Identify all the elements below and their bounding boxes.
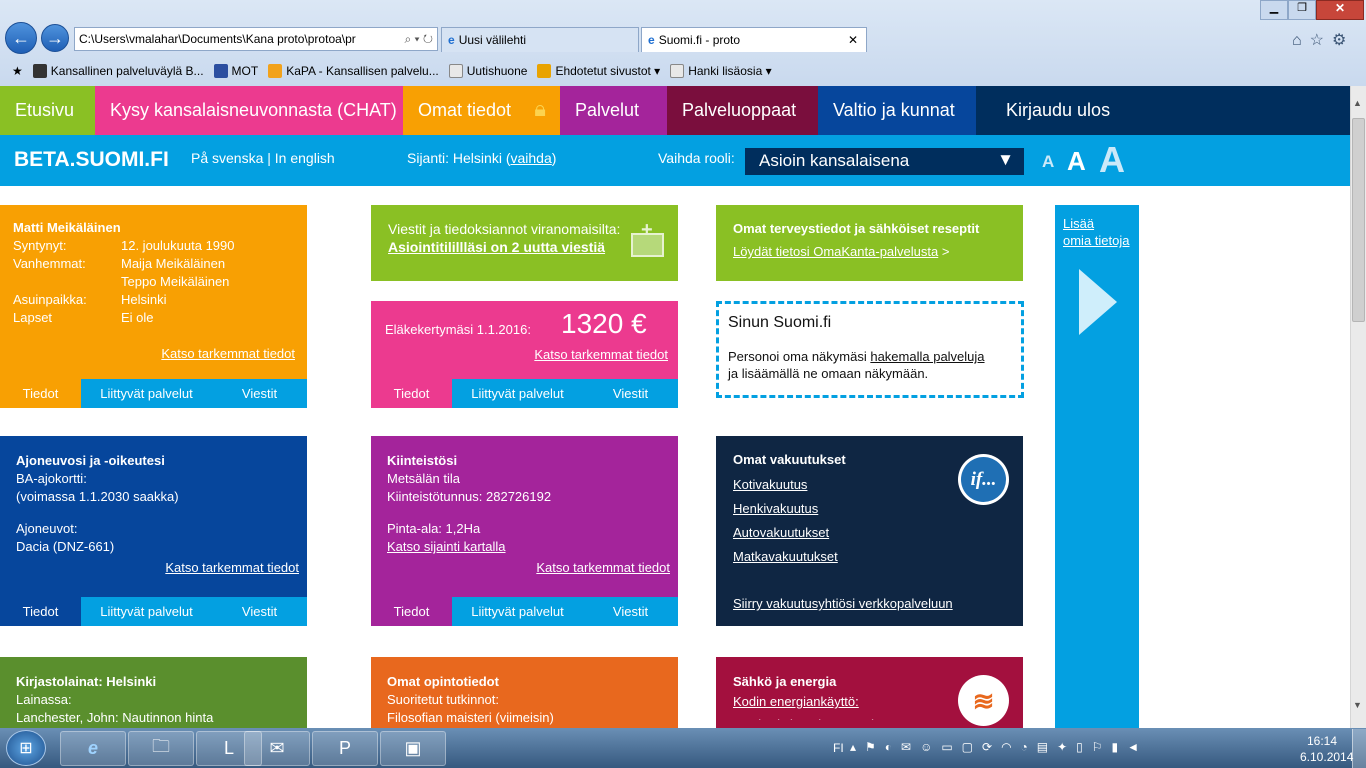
property-more-link[interactable]: Katso tarkemmat tiedot [536, 559, 670, 577]
tab-tiedot[interactable]: Tiedot [0, 597, 81, 626]
tab-tiedot[interactable]: Tiedot [371, 597, 452, 626]
dropdown-arrow-icon: ▼ [997, 150, 1014, 169]
favorites-star-icon[interactable]: ★ [12, 64, 23, 78]
nav-chat[interactable]: Kysy kansalaisneuvonnasta (CHAT) [95, 86, 403, 135]
vehicle-card: Ajoneuvosi ja -oikeutesi BA-ajokortti: (… [0, 436, 307, 626]
fav-item[interactable]: Uutishuone [448, 64, 527, 78]
address-bar[interactable]: C:\Users\vmalahar\Documents\Kana proto\p… [74, 27, 438, 51]
tab-messages[interactable]: Viestit [583, 379, 678, 408]
powerpoint-taskbar-icon[interactable]: P [312, 731, 378, 766]
nav-palvelut[interactable]: Palvelut [560, 86, 667, 135]
health-card: Omat terveystiedot ja sähköiset reseptit… [716, 205, 1023, 281]
close-tab-icon[interactable]: ✕ [848, 33, 858, 47]
window-controls: ▁ ❐ ✕ [1260, 0, 1366, 20]
pension-amount: 1320 € [561, 308, 647, 339]
favorites-bar: ★ Kansallinen palveluväylä B... MOT KaPA… [0, 58, 1366, 84]
tab-related[interactable]: Liittyvät palvelut [81, 597, 212, 626]
change-location-link[interactable]: vaihda [510, 150, 551, 166]
nav-valtio-kunnat[interactable]: Valtio ja kunnat [818, 86, 976, 135]
omakanta-link[interactable]: Löydät tietosi OmaKanta-palvelusta [733, 244, 938, 259]
fav-item[interactable]: Hanki lisäosia ▾ [670, 64, 772, 78]
energy-card: Sähkö ja energia Kodin energiankäyttö: 1… [716, 657, 1023, 728]
messages-card: Viestit ja tiedoksiannot viranomaisilta:… [371, 205, 678, 281]
forward-button[interactable]: → [41, 24, 69, 52]
tray-icons[interactable]: ▴⚑◐✉☺▭▢⟳◠◔▤✦▯⚐▮◄ [850, 740, 1148, 754]
tab-messages[interactable]: Viestit [583, 597, 678, 626]
fav-item[interactable]: MOT [213, 64, 258, 78]
property-card: Kiinteistösi Metsälän tila Kiinteistötun… [371, 436, 678, 626]
role-select[interactable]: Asioin kansalaisena ▼ [745, 148, 1024, 175]
tab-related[interactable]: Liittyvät palvelut [452, 379, 583, 408]
photo-taskbar-icon[interactable]: ▣ [380, 731, 446, 766]
outlook-taskbar-icon[interactable]: ✉ [244, 731, 310, 766]
person-card: Matti Meikäläinen Syntynyt: 12. joulukuut… [0, 205, 307, 408]
energy-icon: ≋ [958, 675, 1009, 726]
close-window-icon[interactable]: ✕ [1316, 0, 1364, 20]
tab-messages[interactable]: Viestit [212, 379, 307, 408]
scroll-down-icon[interactable]: ▼ [1353, 700, 1362, 710]
insurance-link[interactable]: Matkavakuutukset [733, 545, 1023, 569]
tab-tiedot[interactable]: Tiedot [371, 379, 452, 408]
tab-tiedot[interactable]: Tiedot [0, 379, 81, 408]
map-link[interactable]: Katso sijainti kartalla [387, 538, 678, 556]
person-name: Matti Meikäläinen [13, 220, 121, 235]
tab-related[interactable]: Liittyvät palvelut [452, 597, 583, 626]
home-star-gear-icons[interactable]: ⌂☆⚙ [1292, 30, 1354, 50]
font-size-medium[interactable]: A [1067, 146, 1086, 177]
site-logo[interactable]: BETA.SUOMI.FI [14, 148, 169, 172]
insurer-link[interactable]: Siirry vakuutusyhtiösi verkkopalveluun [733, 595, 953, 613]
ie-taskbar-icon[interactable]: e [60, 731, 126, 766]
main-nav: Etusivu Kysy kansalaisneuvonnasta (CHAT)… [0, 86, 1350, 135]
nav-omat-tiedot[interactable]: Omat tiedot 🔒︎ [403, 86, 560, 135]
address-text: C:\Users\vmalahar\Documents\Kana proto\p… [79, 32, 356, 46]
ie-icon: e [648, 33, 655, 47]
studies-card: Omat opintotiedot Suoritetut tutkinnot: … [371, 657, 678, 728]
tab-suomi[interactable]: e Suomi.fi - proto ✕ [641, 27, 867, 52]
person-more-link[interactable]: Katso tarkemmat tiedot [161, 345, 295, 363]
add-more-link[interactable]: Lisää omia tietoja [1063, 215, 1129, 249]
search-services-link[interactable]: hakemalla palveluja [870, 349, 984, 364]
arrow-right-icon [1079, 269, 1117, 335]
font-size-small[interactable]: A [1042, 152, 1054, 172]
font-size-large[interactable]: A [1099, 139, 1125, 181]
nav-logout[interactable]: Kirjaudu ulos [976, 86, 1126, 135]
nav-etusivu[interactable]: Etusivu [0, 86, 95, 135]
back-button[interactable]: ← [5, 22, 37, 54]
location-text: Sijanti: Helsinki (vaihda) [407, 150, 557, 166]
fav-item[interactable]: Ehdotetut sivustot ▾ [537, 64, 660, 78]
scrollbar-thumb[interactable] [1352, 118, 1365, 322]
search-refresh-icon[interactable]: ⌕ ▾ ↻ [400, 32, 437, 47]
tab-new[interactable]: e Uusi välilehti [441, 27, 639, 52]
start-button[interactable]: ⊞ [6, 730, 46, 766]
language-links[interactable]: På svenska | In english [191, 150, 335, 166]
language-indicator[interactable]: FI [833, 741, 844, 755]
tab-related[interactable]: Liittyvät palvelut [81, 379, 212, 408]
scroll-up-icon[interactable]: ▲ [1353, 98, 1362, 108]
mail-plus-icon: + [631, 220, 664, 257]
library-card: Kirjastolainat: Helsinki Lainassa: Lanch… [0, 657, 307, 728]
fav-item[interactable]: Kansallinen palveluväylä B... [32, 64, 204, 78]
pension-more-link[interactable]: Katso tarkemmat tiedot [534, 346, 668, 364]
explorer-taskbar-icon[interactable]: 🗀︎ [128, 731, 194, 766]
pension-card: Eläkekertymäsi 1.1.2016: 1320 € Katso ta… [371, 301, 678, 408]
insurance-card: Omat vakuutukset Kotivakuutus Henkivakuu… [716, 436, 1023, 626]
nav-palveluoppaat[interactable]: Palveluoppaat [667, 86, 818, 135]
add-more-panel[interactable]: Lisää omia tietoja [1055, 205, 1139, 728]
clock[interactable]: 16:14 6.10.2014 [1300, 733, 1353, 765]
minimize-icon[interactable]: ▁ [1260, 0, 1288, 20]
personalize-box: Sinun Suomi.fi Personoi oma näkymäsi hak… [716, 301, 1024, 398]
maximize-icon[interactable]: ❐ [1288, 0, 1316, 20]
show-desktop-button[interactable] [1352, 729, 1366, 768]
vehicle-more-link[interactable]: Katso tarkemmat tiedot [165, 559, 299, 577]
tab-messages[interactable]: Viestit [212, 597, 307, 626]
lock-icon: 🔒︎ [534, 96, 546, 121]
insurance-link[interactable]: Autovakuutukset [733, 521, 1023, 545]
ie-icon: e [448, 33, 455, 47]
if-logo: if... [958, 454, 1009, 505]
header-bar: BETA.SUOMI.FI På svenska | In english Si… [0, 135, 1350, 186]
fav-item[interactable]: KaPA - Kansallisen palvelu... [268, 64, 439, 78]
role-label: Vaihda rooli: [658, 150, 735, 166]
